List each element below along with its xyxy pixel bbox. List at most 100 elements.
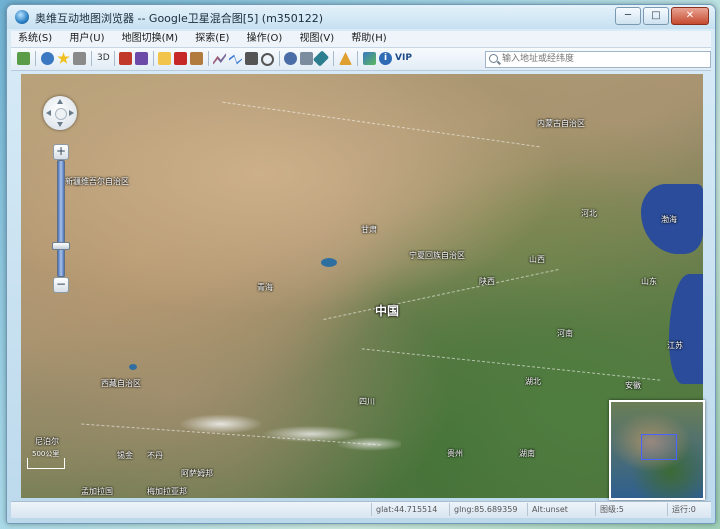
- search-input[interactable]: [502, 52, 702, 66]
- menu-help[interactable]: 帮助(H): [344, 31, 393, 47]
- search-icon[interactable]: [489, 54, 498, 63]
- pan-center[interactable]: [55, 108, 67, 120]
- satellite-map[interactable]: 内蒙古自治区 新疆维吾尔自治区 甘肃 宁夏回族自治区 青海 山西 陕西 河北 渤…: [21, 74, 705, 500]
- map-label: 江苏: [667, 341, 683, 350]
- map-label: 安徽: [625, 381, 641, 390]
- maximize-button[interactable]: □: [643, 7, 669, 25]
- toolbar-separator: [91, 51, 92, 66]
- image-icon[interactable]: [190, 52, 203, 65]
- minimize-button[interactable]: ─: [615, 7, 641, 25]
- status-zoom-level: 图级:5: [595, 503, 624, 516]
- warning-icon[interactable]: [339, 52, 352, 65]
- map-label: 宁夏回族自治区: [409, 251, 465, 260]
- province-border: [361, 348, 661, 381]
- map-label: 不丹: [147, 451, 163, 460]
- scale-bar: 500公里: [27, 450, 65, 469]
- map-label: 西藏自治区: [101, 379, 141, 388]
- map-label: 锡金: [117, 451, 133, 460]
- track-icon[interactable]: [245, 52, 258, 65]
- map-label: 陕西: [479, 277, 495, 286]
- layer-icon[interactable]: [135, 52, 148, 65]
- pan-right-icon[interactable]: [69, 110, 74, 116]
- pin-icon[interactable]: [41, 52, 54, 65]
- toolbar-separator: [333, 51, 334, 66]
- polyline-icon[interactable]: [213, 53, 226, 65]
- overview-map[interactable]: [609, 400, 705, 500]
- toolbar-separator: [279, 51, 280, 66]
- status-bar: glat:44.715514 glng:85.689359 Alt:unset …: [11, 501, 711, 518]
- menu-bar: 系统(S) 用户(U) 地图切换(M) 探索(E) 操作(O) 视图(V) 帮助…: [11, 31, 711, 48]
- title-bar[interactable]: 奥维互动地图浏览器 -- Google卫星混合图[5] (m350122) ─ …: [7, 5, 715, 29]
- edit-icon[interactable]: [158, 52, 171, 65]
- pencil-icon[interactable]: [312, 50, 330, 67]
- map-label: 新疆维吾尔自治区: [65, 177, 129, 186]
- info-icon[interactable]: i: [379, 52, 392, 65]
- menu-explore[interactable]: 探索(E): [188, 31, 236, 47]
- pan-up-icon[interactable]: [57, 99, 63, 104]
- map-label: 湖南: [519, 449, 535, 458]
- map-label: 河北: [581, 209, 597, 218]
- menu-map-switch[interactable]: 地图切换(M): [115, 31, 185, 47]
- status-altitude: Alt:unset: [527, 503, 568, 516]
- pan-down-icon[interactable]: [57, 122, 63, 127]
- window-title: 奥维互动地图浏览器 -- Google卫星混合图[5] (m350122): [35, 12, 324, 25]
- pan-left-icon[interactable]: [46, 110, 51, 116]
- map-label: 湖北: [525, 377, 541, 386]
- map-icon[interactable]: [17, 52, 30, 65]
- search-box: [485, 51, 711, 68]
- map-label: 青海: [257, 283, 273, 292]
- star-icon[interactable]: [57, 52, 70, 64]
- menu-system[interactable]: 系统(S): [11, 31, 59, 47]
- map-label: 内蒙古自治区: [537, 119, 585, 128]
- toolbar: 3D i VIP: [11, 48, 711, 71]
- pan-control[interactable]: [43, 96, 77, 130]
- 3d-button[interactable]: 3D: [97, 52, 110, 65]
- overview-viewport[interactable]: [641, 434, 677, 460]
- vip-button[interactable]: VIP: [395, 52, 412, 65]
- map-label: 河南: [557, 329, 573, 338]
- tools-icon[interactable]: [300, 52, 313, 65]
- zoom-in-button[interactable]: +: [53, 144, 69, 160]
- scale-label: 500公里: [32, 450, 60, 458]
- map-label: 山西: [529, 255, 545, 264]
- map-label: 四川: [359, 397, 375, 406]
- map-label: 尼泊尔: [35, 437, 59, 446]
- map-label: 甘肃: [361, 225, 377, 234]
- car-icon[interactable]: [73, 52, 86, 65]
- delete-icon[interactable]: [119, 52, 132, 65]
- map-label-country: 中国: [375, 304, 400, 318]
- share-icon[interactable]: [363, 52, 376, 65]
- toolbar-separator: [153, 51, 154, 66]
- menu-view[interactable]: 视图(V): [292, 31, 341, 47]
- close-button[interactable]: ✕: [671, 7, 709, 25]
- map-label: 贵州: [447, 449, 463, 458]
- app-window: 奥维互动地图浏览器 -- Google卫星混合图[5] (m350122) ─ …: [6, 4, 716, 524]
- status-latitude: glat:44.715514: [371, 503, 437, 516]
- qinghai-lake: [321, 258, 337, 267]
- toolbar-separator: [357, 51, 358, 66]
- zoom-out-button[interactable]: −: [53, 277, 69, 293]
- toolbar-separator: [114, 51, 115, 66]
- tibet-lake: [129, 364, 137, 370]
- menu-operate[interactable]: 操作(O): [240, 31, 290, 47]
- yellow-sea: [669, 274, 703, 384]
- toolbar-separator: [208, 51, 209, 66]
- status-running: 运行:0: [667, 503, 696, 516]
- zoom-slider-thumb[interactable]: [52, 242, 70, 250]
- zoom-slider-track[interactable]: [57, 160, 65, 277]
- circle-icon[interactable]: [261, 53, 274, 66]
- menu-user[interactable]: 用户(U): [62, 31, 111, 47]
- toolbar-separator: [35, 51, 36, 66]
- measure-line-icon[interactable]: [229, 54, 242, 65]
- map-label: 梅加拉亚邦: [147, 487, 187, 496]
- status-longitude: glng:85.689359: [449, 503, 517, 516]
- window-controls: ─ □ ✕: [613, 7, 709, 25]
- map-label: 渤海: [661, 215, 677, 224]
- app-globe-icon: [15, 10, 29, 24]
- province-border: [323, 269, 559, 320]
- map-label: 孟加拉国: [81, 487, 113, 496]
- gear-icon[interactable]: [284, 52, 297, 65]
- map-label: 山东: [641, 277, 657, 286]
- province-border: [222, 101, 540, 148]
- record-icon[interactable]: [174, 52, 187, 65]
